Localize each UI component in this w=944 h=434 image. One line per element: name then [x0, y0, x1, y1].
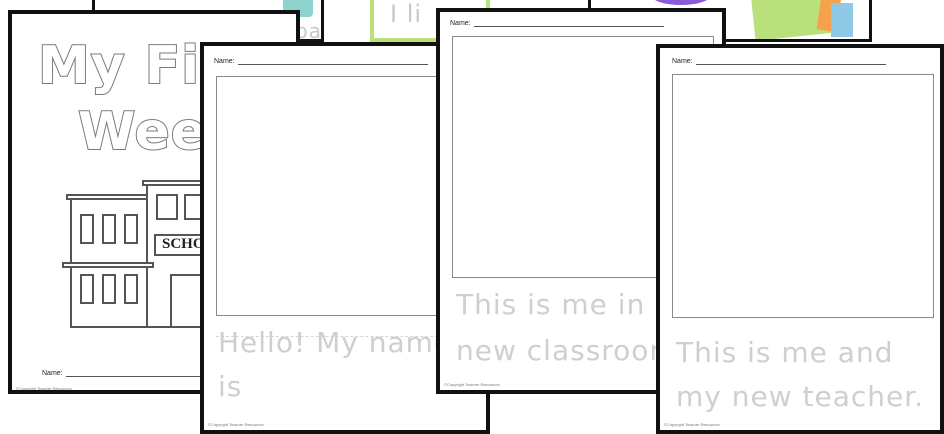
worksheet-teacher: Name: This is me and my new teacher. ©Co… [656, 44, 944, 434]
sheet2-trace-line2: new classroom [456, 334, 678, 367]
sheet2-footer: ©Copyright Teacher Resources [444, 382, 500, 387]
blue-illustration [831, 3, 853, 37]
sheet1-name-label: Name: [214, 58, 235, 65]
sheet1-name-line: Name: [214, 58, 428, 65]
sheet2-name-line: Name: [450, 20, 664, 27]
purple-illustration [651, 0, 711, 5]
sheet3-name-line: Name: [672, 58, 886, 65]
cover-name-field[interactable] [65, 376, 216, 377]
sheet2-trace-line1: This is me in m [456, 288, 684, 321]
sheet1-footer: ©Copyright Teacher Resources [208, 422, 264, 427]
sheet3-name-label: Name: [672, 58, 693, 65]
sheet3-trace-line1: This is me and [676, 336, 894, 369]
cover-footer: ©Copyright Teacher Resources [16, 386, 72, 391]
sheet1-trace-line1: Hello! My name [218, 326, 453, 359]
cover-title-line2: Wee [77, 101, 208, 163]
sheet1-name-field[interactable] [237, 64, 428, 65]
school-sign-text: SCHO [162, 236, 205, 252]
sheet3-drawing-box[interactable] [672, 74, 934, 318]
cover-title-line1: My Fi [37, 35, 201, 97]
cover-name-line: Name: [42, 370, 216, 377]
sheet1-trace-line2: is [218, 370, 243, 403]
sheet3-footer: ©Copyright Teacher Resources [664, 422, 720, 427]
cover-name-label: Name: [42, 370, 63, 377]
sheet3-trace-line2: my new teacher. [676, 380, 925, 413]
sheet2-name-field[interactable] [473, 26, 664, 27]
sheet2-name-label: Name: [450, 20, 471, 27]
background-card-2-text: I li [390, 0, 423, 28]
sheet3-name-field[interactable] [695, 64, 886, 65]
